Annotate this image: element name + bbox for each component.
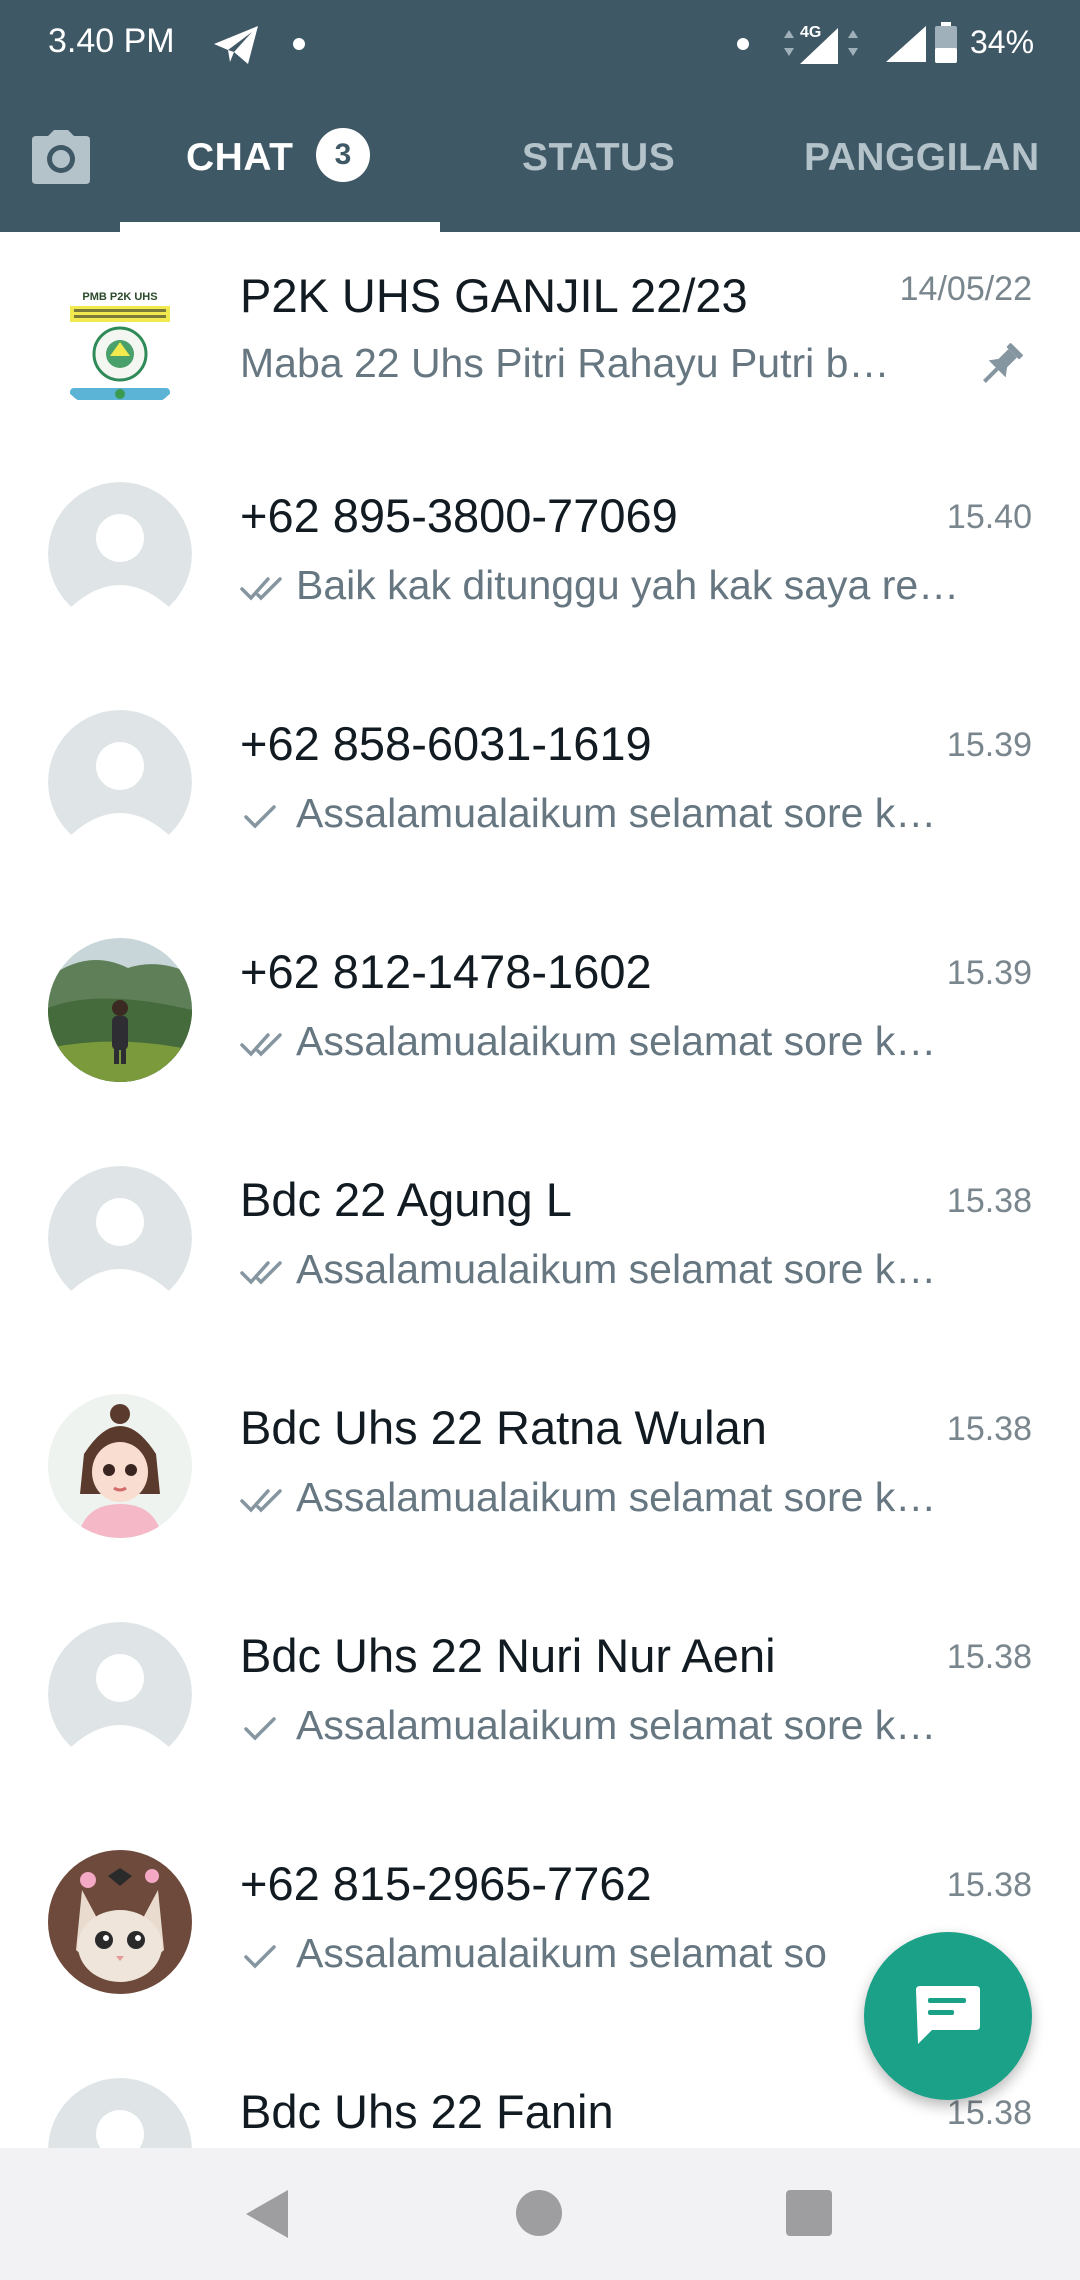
chat-time: 15.40 xyxy=(946,498,1032,536)
default-avatar[interactable] xyxy=(48,710,192,854)
chat-row[interactable]: +62 812-1478-1602 15.39 Assalamualaikum … xyxy=(0,910,1080,1138)
person-icon xyxy=(48,482,192,626)
double-check-icon xyxy=(240,1489,282,1513)
unread-count-badge: 3 xyxy=(316,128,370,182)
default-avatar[interactable] xyxy=(48,1622,192,1766)
chat-name: P2K UHS GANJIL 22/23 xyxy=(240,269,748,322)
chat-name: Bdc Uhs 22 Fanin xyxy=(240,2085,614,2138)
double-check-icon xyxy=(240,1033,282,1057)
chat-row[interactable]: +62 858-6031-1619 15.39 Assalamualaikum … xyxy=(0,682,1080,910)
cat-photo xyxy=(48,1850,192,1994)
new-chat-button[interactable] xyxy=(864,1932,1032,2100)
home-icon[interactable] xyxy=(516,2190,562,2236)
pin-icon xyxy=(983,343,1023,383)
chat-preview: Baik kak ditunggu yah kak saya re… xyxy=(240,562,1010,609)
telegram-icon xyxy=(214,26,258,64)
profile-photo-avatar[interactable] xyxy=(48,1394,192,1538)
chat-name: +62 895-3800-77069 xyxy=(240,489,678,542)
double-check-icon xyxy=(240,1261,282,1285)
chat-name: +62 858-6031-1619 xyxy=(240,717,652,770)
person-icon xyxy=(48,1622,192,1766)
chat-name: Bdc Uhs 22 Nuri Nur Aeni xyxy=(240,1629,776,1682)
chat-row[interactable]: PMB P2K UHS P2K UHS GANJIL 22/23 14/05/2… xyxy=(0,232,1080,454)
tab-calls[interactable]: PANGGILAN xyxy=(804,136,1040,180)
single-check-icon xyxy=(244,1717,276,1741)
chat-row[interactable]: Bdc 22 Agung L 15.38 Assalamualaikum sel… xyxy=(0,1138,1080,1366)
app-header: 3.40 PM 4G 34% CHAT 3 STATUS PANGGILAN xyxy=(0,0,1080,232)
chat-name: Bdc 22 Agung L xyxy=(240,1173,572,1226)
illustration-photo xyxy=(48,1394,192,1538)
tab-bar: CHAT 3 STATUS PANGGILAN xyxy=(0,100,1080,232)
chat-list: PMB P2K UHS P2K UHS GANJIL 22/23 14/05/2… xyxy=(0,232,1080,2148)
tab-chat[interactable]: CHAT xyxy=(186,136,293,180)
single-check-icon xyxy=(244,805,276,829)
back-icon[interactable] xyxy=(244,2188,290,2240)
default-avatar[interactable] xyxy=(48,482,192,626)
chat-row[interactable]: Bdc Uhs 22 Ratna Wulan 15.38 Assalamuala… xyxy=(0,1366,1080,1594)
status-bar: 3.40 PM 4G 34% xyxy=(0,0,1080,92)
mobile-data-4g-icon: 4G xyxy=(784,24,858,64)
chat-preview: Assalamualaikum selamat sore k… xyxy=(240,1474,1010,1521)
chat-time: 14/05/22 xyxy=(899,270,1032,308)
single-check-icon xyxy=(244,1945,276,1969)
notification-dot-icon xyxy=(293,38,305,50)
chat-preview: Assalamualaikum selamat sore k… xyxy=(240,1246,1010,1293)
chat-time: 15.38 xyxy=(946,1410,1032,1448)
battery-icon xyxy=(935,22,957,63)
group-logo-image: PMB P2K UHS xyxy=(48,270,192,414)
chat-row[interactable]: +62 895-3800-77069 15.40 Baik kak ditung… xyxy=(0,454,1080,682)
chat-row[interactable]: Bdc Uhs 22 Nuri Nur Aeni 15.38 Assalamua… xyxy=(0,1594,1080,1822)
double-check-icon xyxy=(240,577,282,601)
new-chat-icon xyxy=(916,1986,980,2044)
group-avatar[interactable]: PMB P2K UHS xyxy=(48,270,192,414)
person-icon xyxy=(48,710,192,854)
chat-time: 15.38 xyxy=(946,1182,1032,1220)
recents-icon[interactable] xyxy=(786,2190,832,2236)
chat-name: +62 815-2965-7762 xyxy=(240,1857,652,1910)
chat-time: 15.39 xyxy=(946,726,1032,764)
profile-photo-avatar[interactable] xyxy=(48,938,192,1082)
default-avatar[interactable] xyxy=(48,1166,192,1310)
status-time: 3.40 PM xyxy=(48,22,175,60)
svg-text:4G: 4G xyxy=(800,24,821,41)
signal-icon xyxy=(886,26,926,62)
chat-time: 15.38 xyxy=(946,2094,1032,2132)
chat-time: 15.39 xyxy=(946,954,1032,992)
person-icon xyxy=(48,1166,192,1310)
chat-time: 15.38 xyxy=(946,1866,1032,1904)
battery-percent: 34% xyxy=(970,24,1035,60)
profile-photo-avatar[interactable] xyxy=(48,1850,192,1994)
chat-preview: Assalamualaikum selamat sore k… xyxy=(240,790,1010,837)
person-icon xyxy=(48,2078,192,2148)
camera-icon[interactable] xyxy=(30,128,92,186)
chat-name: Bdc Uhs 22 Ratna Wulan xyxy=(240,1401,767,1454)
notification-dot-icon xyxy=(737,38,749,50)
chat-preview: Maba 22 Uhs Pitri Rahayu Putri b… xyxy=(240,340,890,386)
chat-preview: Assalamualaikum selamat sore k… xyxy=(240,1702,1010,1749)
active-tab-indicator xyxy=(120,222,440,232)
tab-status[interactable]: STATUS xyxy=(522,136,675,180)
default-avatar[interactable] xyxy=(48,2078,192,2148)
chat-time: 15.38 xyxy=(946,1638,1032,1676)
chat-name: +62 812-1478-1602 xyxy=(240,945,652,998)
landscape-photo xyxy=(48,938,192,1082)
svg-text:PMB P2K UHS: PMB P2K UHS xyxy=(82,291,157,303)
chat-preview: Assalamualaikum selamat sore k… xyxy=(240,1018,1010,1065)
system-nav-bar xyxy=(0,2148,1080,2280)
